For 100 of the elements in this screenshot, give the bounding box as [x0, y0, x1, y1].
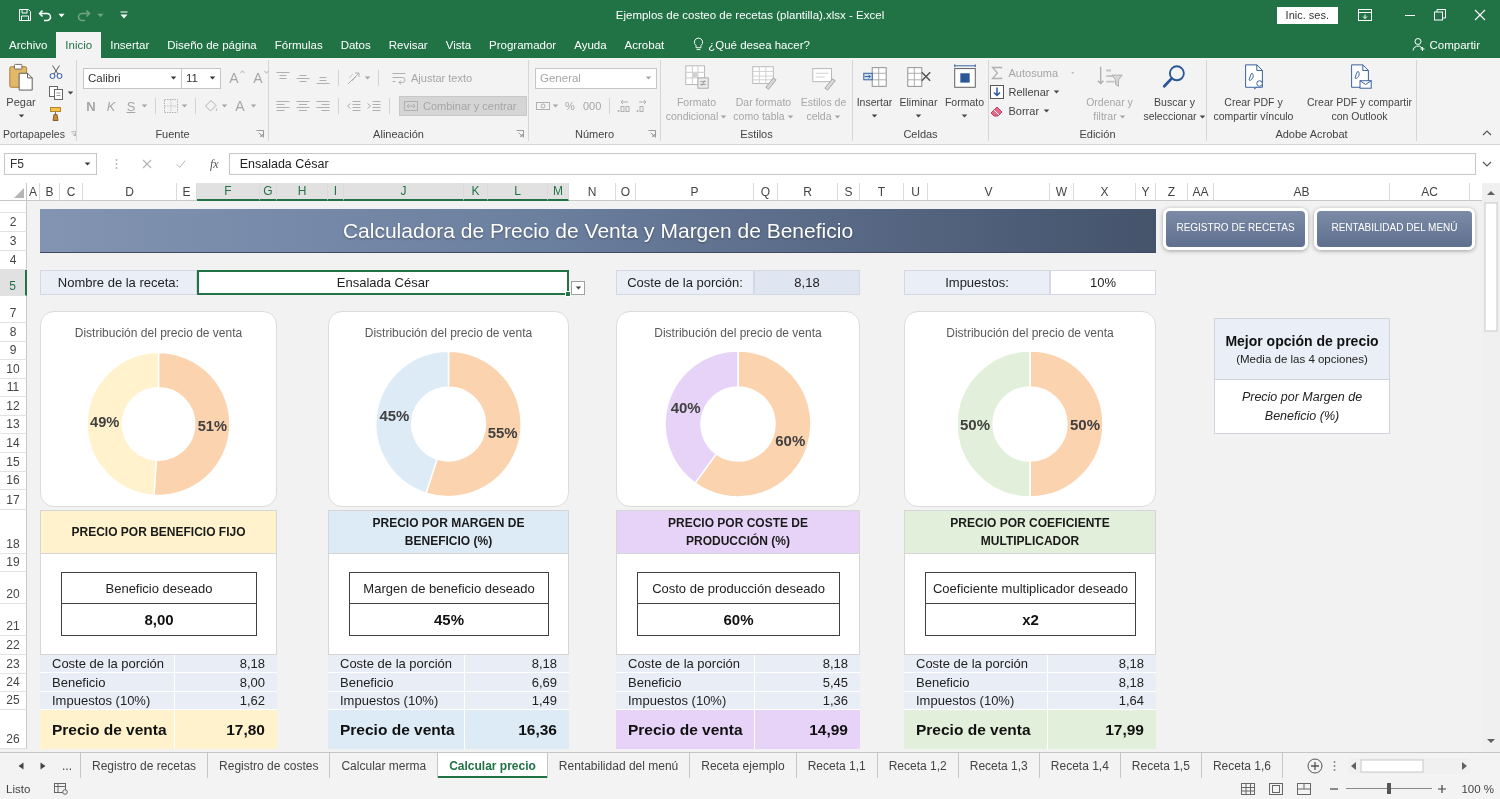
- column-header[interactable]: B: [40, 183, 60, 201]
- close-icon[interactable]: [1474, 9, 1486, 21]
- target-value-field[interactable]: 60%: [637, 604, 840, 636]
- nav-button[interactable]: REGISTRO DE RECETAS: [1163, 208, 1308, 250]
- column-header[interactable]: C: [60, 183, 83, 201]
- row-header[interactable]: 15: [0, 453, 27, 472]
- dialog-launcher-icon[interactable]: [70, 129, 76, 138]
- copy-icon[interactable]: [48, 85, 64, 101]
- row-header[interactable]: 24: [0, 674, 27, 692]
- caret-icon[interactable]: [58, 12, 65, 18]
- column-header[interactable]: W: [1050, 183, 1074, 201]
- target-value-field[interactable]: 45%: [349, 604, 549, 636]
- vertical-dots-icon[interactable]: [1332, 759, 1336, 772]
- dialog-launcher-icon[interactable]: [648, 130, 656, 138]
- scissors-icon[interactable]: [48, 64, 64, 80]
- row-header[interactable]: 25: [0, 692, 27, 710]
- menu-tab[interactable]: Programador: [480, 32, 566, 58]
- check-icon[interactable]: [176, 159, 186, 169]
- grid-view-icon[interactable]: [1241, 782, 1255, 795]
- nav-button[interactable]: RENTABILIDAD DEL MENÚ: [1314, 208, 1475, 250]
- more-sheets-button[interactable]: ...: [62, 758, 72, 773]
- dialog-launcher-icon[interactable]: [516, 130, 524, 138]
- column-header[interactable]: G: [260, 183, 277, 201]
- tell-me-button[interactable]: ¿Qué desea hacer?: [708, 32, 810, 58]
- row-header[interactable]: 14: [0, 434, 27, 453]
- fill-handle-icon[interactable]: [565, 291, 571, 297]
- column-header[interactable]: AC: [1390, 183, 1470, 201]
- zoom-level[interactable]: 100 %: [1456, 782, 1494, 795]
- align-left-icon[interactable]: [275, 98, 291, 114]
- dialog-launcher-icon[interactable]: [256, 130, 264, 138]
- column-header[interactable]: M: [548, 183, 569, 201]
- row-header[interactable]: 8: [0, 323, 27, 342]
- diagonal-arrow-icon[interactable]: [346, 70, 362, 86]
- menu-tab[interactable]: Vista: [436, 32, 481, 58]
- column-header[interactable]: V: [928, 183, 1050, 201]
- page-icon[interactable]: [1269, 782, 1283, 795]
- column-header[interactable]: P: [636, 183, 754, 201]
- row-header[interactable]: 23: [0, 655, 27, 674]
- column-header[interactable]: E: [177, 183, 197, 201]
- redo-icon[interactable]: [77, 8, 91, 22]
- column-header[interactable]: Z: [1156, 183, 1188, 201]
- paint-bucket-icon[interactable]: [203, 98, 219, 114]
- column-header[interactable]: S: [838, 183, 860, 201]
- border-grid-icon[interactable]: [163, 98, 179, 114]
- add-sheet-icon[interactable]: [1306, 757, 1323, 774]
- create-pdf-outlook-button[interactable]: Crear PDF y compartir con Outlook: [1302, 62, 1417, 123]
- restore-icon[interactable]: [1434, 9, 1446, 21]
- column-header[interactable]: T: [860, 183, 904, 201]
- column-header[interactable]: [1470, 183, 1482, 201]
- target-value-field[interactable]: 8,00: [61, 604, 257, 636]
- menu-tab[interactable]: Diseño de página: [158, 32, 266, 58]
- select-all-icon[interactable]: [14, 188, 24, 198]
- brush-icon[interactable]: [48, 106, 64, 122]
- plus-icon[interactable]: [1438, 784, 1446, 793]
- column-header[interactable]: AA: [1188, 183, 1214, 201]
- row-header[interactable]: [0, 201, 27, 213]
- menu-tab[interactable]: Inicio: [56, 32, 102, 58]
- column-header[interactable]: H: [277, 183, 328, 201]
- column-header[interactable]: L: [488, 183, 548, 201]
- indent-icon[interactable]: [366, 98, 382, 114]
- field-value[interactable]: 8,18: [754, 270, 860, 295]
- paste-button[interactable]: Pegar: [2, 62, 40, 118]
- fill-button[interactable]: Rellenar: [985, 82, 1078, 101]
- row-header[interactable]: 26: [0, 710, 27, 749]
- field-value[interactable]: Ensalada César: [197, 270, 569, 295]
- row-header[interactable]: 5: [0, 270, 27, 296]
- column-header[interactable]: Y: [1136, 183, 1156, 201]
- menu-tab[interactable]: Archivo: [0, 32, 57, 58]
- undo-icon[interactable]: [38, 8, 52, 22]
- format-button[interactable]: Formato: [941, 62, 988, 118]
- column-header[interactable]: F: [197, 183, 260, 201]
- column-header[interactable]: O: [616, 183, 636, 201]
- column-header[interactable]: Q: [754, 183, 778, 201]
- column-header[interactable]: J: [344, 183, 464, 201]
- menu-tab[interactable]: Revisar: [379, 32, 437, 58]
- column-header[interactable]: K: [464, 183, 488, 201]
- chevron-down-icon[interactable]: [1482, 161, 1492, 167]
- share-button[interactable]: Compartir: [1429, 32, 1480, 58]
- field-value[interactable]: 10%: [1050, 270, 1156, 295]
- column-header[interactable]: R: [778, 183, 838, 201]
- clear-button[interactable]: Borrar: [985, 101, 1078, 120]
- insert-button[interactable]: Insertar: [853, 62, 896, 118]
- row-header[interactable]: 11: [0, 379, 27, 397]
- font-size-field[interactable]: 11: [181, 67, 221, 89]
- column-header[interactable]: AB: [1214, 183, 1390, 201]
- row-header[interactable]: 13: [0, 416, 27, 434]
- column-header[interactable]: D: [83, 183, 177, 201]
- column-header[interactable]: A: [27, 183, 40, 201]
- menu-tab[interactable]: Ayuda: [565, 32, 616, 58]
- scroll-left-icon[interactable]: [18, 761, 24, 770]
- menu-tab[interactable]: Acrobat: [615, 32, 674, 58]
- row-header[interactable]: 19: [0, 554, 27, 572]
- page-split-icon[interactable]: [1297, 782, 1311, 795]
- delete-button[interactable]: Eliminar: [897, 62, 940, 118]
- save-icon[interactable]: [18, 8, 32, 22]
- cancel-icon[interactable]: [142, 159, 152, 169]
- ribbon-options-icon[interactable]: [1358, 9, 1372, 21]
- column-header[interactable]: I: [328, 183, 344, 201]
- slider-thumb[interactable]: [1387, 783, 1391, 794]
- menu-tab[interactable]: Datos: [331, 32, 380, 58]
